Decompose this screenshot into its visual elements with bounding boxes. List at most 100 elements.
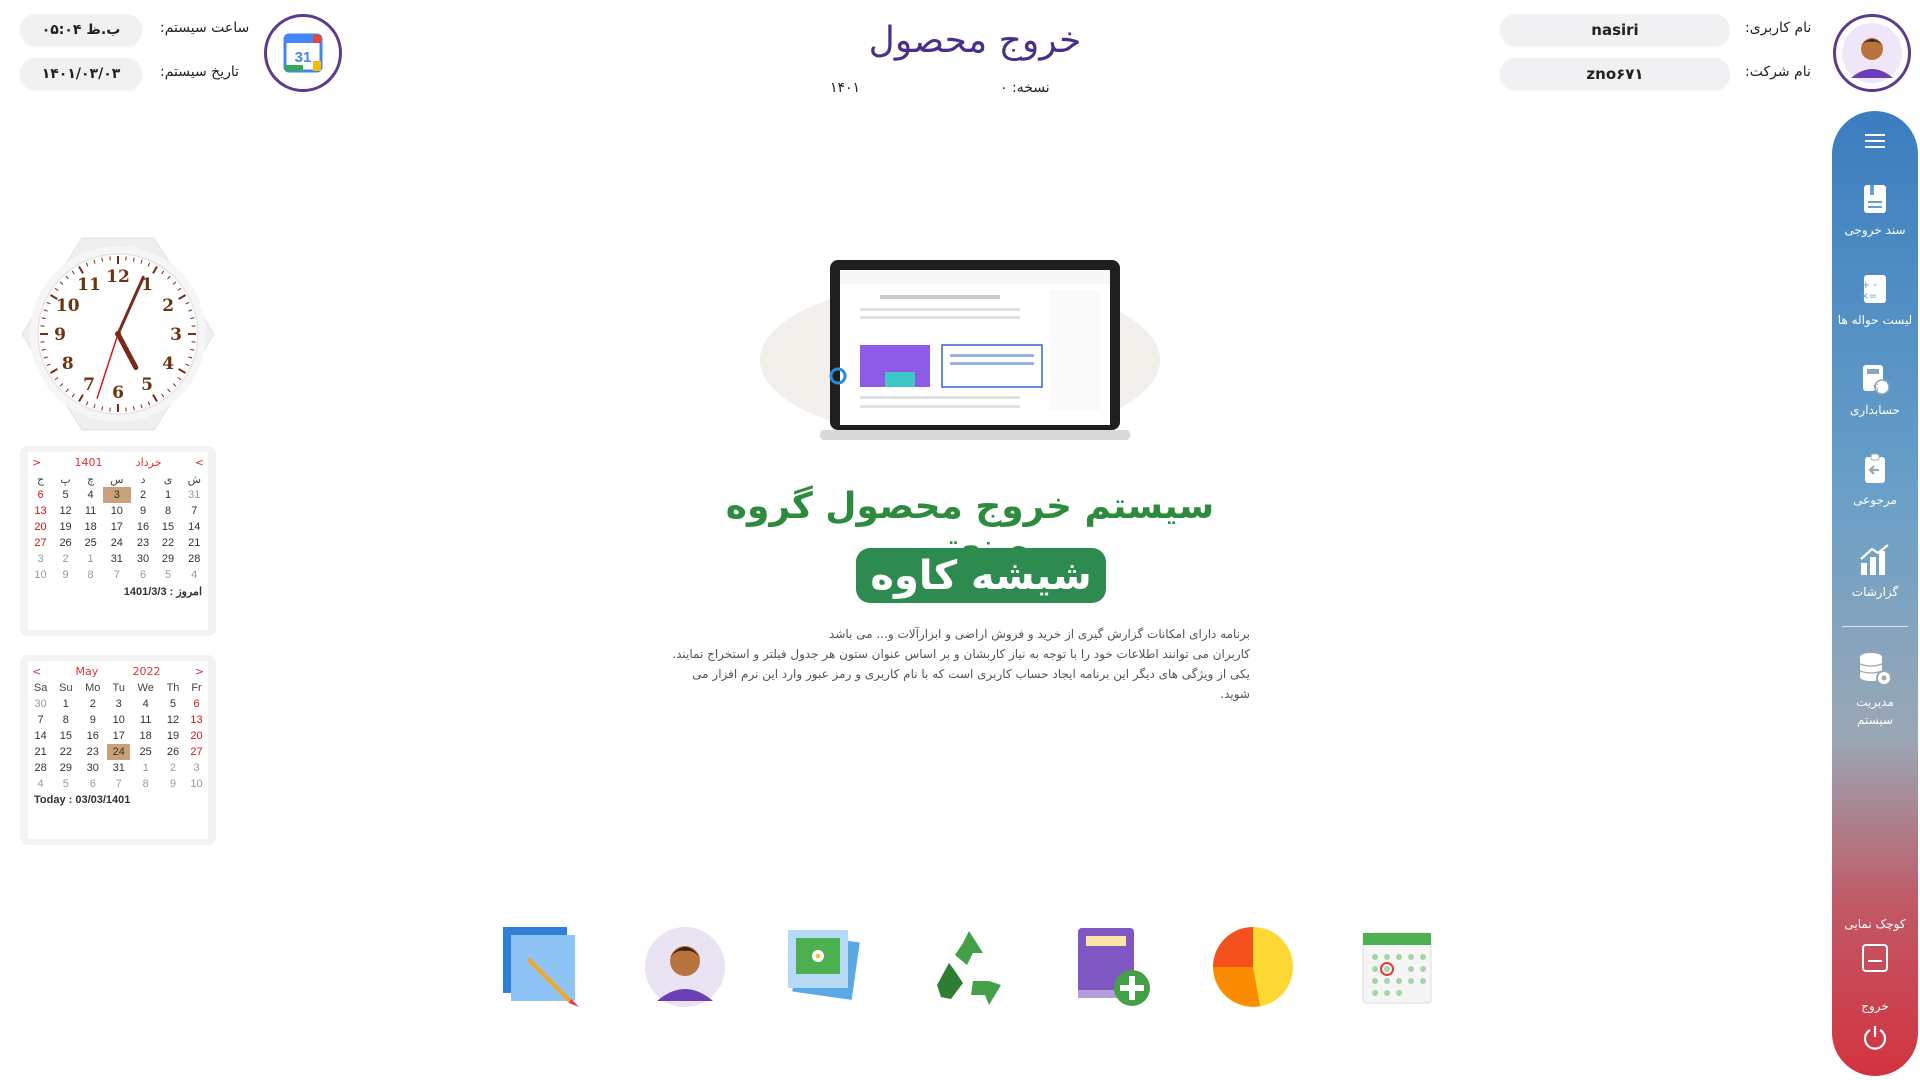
calendar-day[interactable]: 14 — [28, 728, 53, 744]
calendar-day[interactable]: 8 — [53, 712, 78, 728]
calendar-day[interactable]: 28 — [181, 551, 208, 567]
gregorian-cal-today[interactable]: Today : 03/03/1401 — [28, 792, 208, 808]
calendar-day[interactable]: 30 — [131, 551, 156, 567]
calendar-day[interactable]: 5 — [53, 487, 78, 503]
calendar-day[interactable]: 3 — [107, 696, 130, 712]
calendar-day[interactable]: 26 — [53, 535, 78, 551]
sidebar-item-export-doc[interactable]: سند خروجی — [1832, 183, 1918, 239]
calendar-day[interactable]: 15 — [156, 519, 181, 535]
persian-cal-today[interactable]: امروز : 1401/3/3 — [28, 583, 208, 600]
calendar-day[interactable]: 2 — [78, 696, 107, 712]
calendar-day[interactable]: 17 — [107, 728, 130, 744]
calendar-day[interactable]: 10 — [185, 776, 208, 792]
calendar-day[interactable]: 9 — [131, 503, 156, 519]
calendar-app-button[interactable]: 31 — [264, 14, 342, 92]
calendar-day[interactable]: 11 — [130, 712, 161, 728]
calendar-day[interactable]: 1 — [53, 696, 78, 712]
calendar-day[interactable]: 18 — [130, 728, 161, 744]
calendar-day[interactable]: 6 — [185, 696, 208, 712]
persian-cal-year[interactable]: 1401 — [75, 456, 103, 469]
calendar-day[interactable]: 22 — [53, 744, 78, 760]
calendar-day[interactable]: 31 — [181, 487, 208, 503]
calendar-day[interactable]: 8 — [78, 567, 103, 583]
calendar-day[interactable]: 26 — [161, 744, 185, 760]
user-avatar[interactable] — [1833, 14, 1911, 92]
calendar-day[interactable]: 5 — [53, 776, 78, 792]
calendar-day[interactable]: 19 — [161, 728, 185, 744]
calendar-day[interactable]: 25 — [130, 744, 161, 760]
gregorian-cal-month[interactable]: May — [75, 665, 98, 678]
recycle-app-button[interactable] — [924, 922, 1014, 1012]
calendar-day[interactable]: 5 — [156, 567, 181, 583]
calendar-day[interactable]: 22 — [156, 535, 181, 551]
calendar-day[interactable]: 2 — [161, 760, 185, 776]
user-app-button[interactable] — [640, 922, 730, 1012]
sidebar-item-remittance-list[interactable]: + - × = لیست حواله ها — [1832, 273, 1918, 329]
calendar-day[interactable]: 2 — [53, 551, 78, 567]
edit-app-button[interactable] — [498, 922, 588, 1012]
gregorian-cal-prev[interactable]: < — [32, 665, 41, 678]
calendar-day[interactable]: 8 — [130, 776, 161, 792]
calendar-day[interactable]: 6 — [78, 776, 107, 792]
persian-cal-month[interactable]: خرداد — [136, 456, 162, 469]
calendar-day[interactable]: 1 — [78, 551, 103, 567]
calendar-day[interactable]: 10 — [107, 712, 130, 728]
calendar-day[interactable]: 1 — [130, 760, 161, 776]
calendar-day[interactable]: 7 — [28, 712, 53, 728]
calendar-day[interactable]: 7 — [107, 776, 130, 792]
calendar-day[interactable]: 10 — [103, 503, 130, 519]
sidebar-item-reports[interactable]: گزارشات — [1832, 543, 1918, 601]
calendar-day[interactable]: 16 — [131, 519, 156, 535]
calendar-day[interactable]: 10 — [28, 567, 53, 583]
calendar-day[interactable]: 31 — [103, 551, 130, 567]
gallery-app-button[interactable] — [780, 922, 870, 1012]
calendar-day[interactable]: 6 — [131, 567, 156, 583]
calendar-day[interactable]: 3 — [185, 760, 208, 776]
calendar-day[interactable]: 6 — [28, 487, 53, 503]
sidebar-item-system-management[interactable]: مدیریت سیستم — [1832, 651, 1918, 729]
calendar-day[interactable]: 29 — [156, 551, 181, 567]
calendar-day[interactable]: 17 — [103, 519, 130, 535]
calendar-day[interactable]: 14 — [181, 519, 208, 535]
calendar-day[interactable]: 2 — [131, 487, 156, 503]
calendar-day[interactable]: 30 — [78, 760, 107, 776]
calendar-day[interactable]: 19 — [53, 519, 78, 535]
calendar-app-bottom-button[interactable] — [1352, 922, 1442, 1012]
calendar-day[interactable]: 5 — [161, 696, 185, 712]
calendar-day[interactable]: 12 — [53, 503, 78, 519]
calendar-day[interactable]: 30 — [28, 696, 53, 712]
calendar-day[interactable]: 23 — [131, 535, 156, 551]
calendar-day[interactable]: 18 — [78, 519, 103, 535]
sidebar-item-accounting[interactable]: $ حسابداری — [1832, 363, 1918, 419]
calendar-day[interactable]: 31 — [107, 760, 130, 776]
calendar-day[interactable]: 11 — [78, 503, 103, 519]
persian-cal-next[interactable]: > — [195, 456, 204, 469]
calendar-day-selected[interactable]: 24 — [107, 744, 131, 760]
sidebar-item-returns[interactable]: مرجوعی — [1832, 453, 1918, 509]
calendar-day[interactable]: 13 — [28, 503, 53, 519]
calendar-day[interactable]: 4 — [181, 567, 208, 583]
calendar-day[interactable]: 27 — [185, 744, 208, 760]
calendar-day[interactable]: 9 — [161, 776, 185, 792]
calendar-day[interactable]: 4 — [130, 696, 161, 712]
calendar-day[interactable]: 15 — [53, 728, 78, 744]
calendar-day[interactable]: 20 — [28, 519, 53, 535]
calendar-day[interactable]: 27 — [28, 535, 53, 551]
add-book-app-button[interactable] — [1068, 922, 1158, 1012]
calendar-day[interactable]: 12 — [161, 712, 185, 728]
persian-cal-prev[interactable]: < — [32, 456, 41, 469]
pie-chart-app-button[interactable] — [1208, 922, 1298, 1012]
calendar-day-selected[interactable]: 3 — [103, 487, 131, 503]
calendar-day[interactable]: 4 — [28, 776, 53, 792]
gregorian-cal-year[interactable]: 2022 — [133, 665, 161, 678]
calendar-day[interactable]: 7 — [181, 503, 208, 519]
calendar-day[interactable]: 1 — [156, 487, 181, 503]
gregorian-cal-next[interactable]: > — [195, 665, 204, 678]
compact-view-button[interactable]: کوچک نمایی — [1832, 909, 1918, 973]
calendar-day[interactable]: 25 — [78, 535, 103, 551]
calendar-day[interactable]: 20 — [185, 728, 208, 744]
calendar-day[interactable]: 4 — [78, 487, 103, 503]
calendar-day[interactable]: 16 — [78, 728, 107, 744]
calendar-day[interactable]: 29 — [53, 760, 78, 776]
calendar-day[interactable]: 9 — [53, 567, 78, 583]
